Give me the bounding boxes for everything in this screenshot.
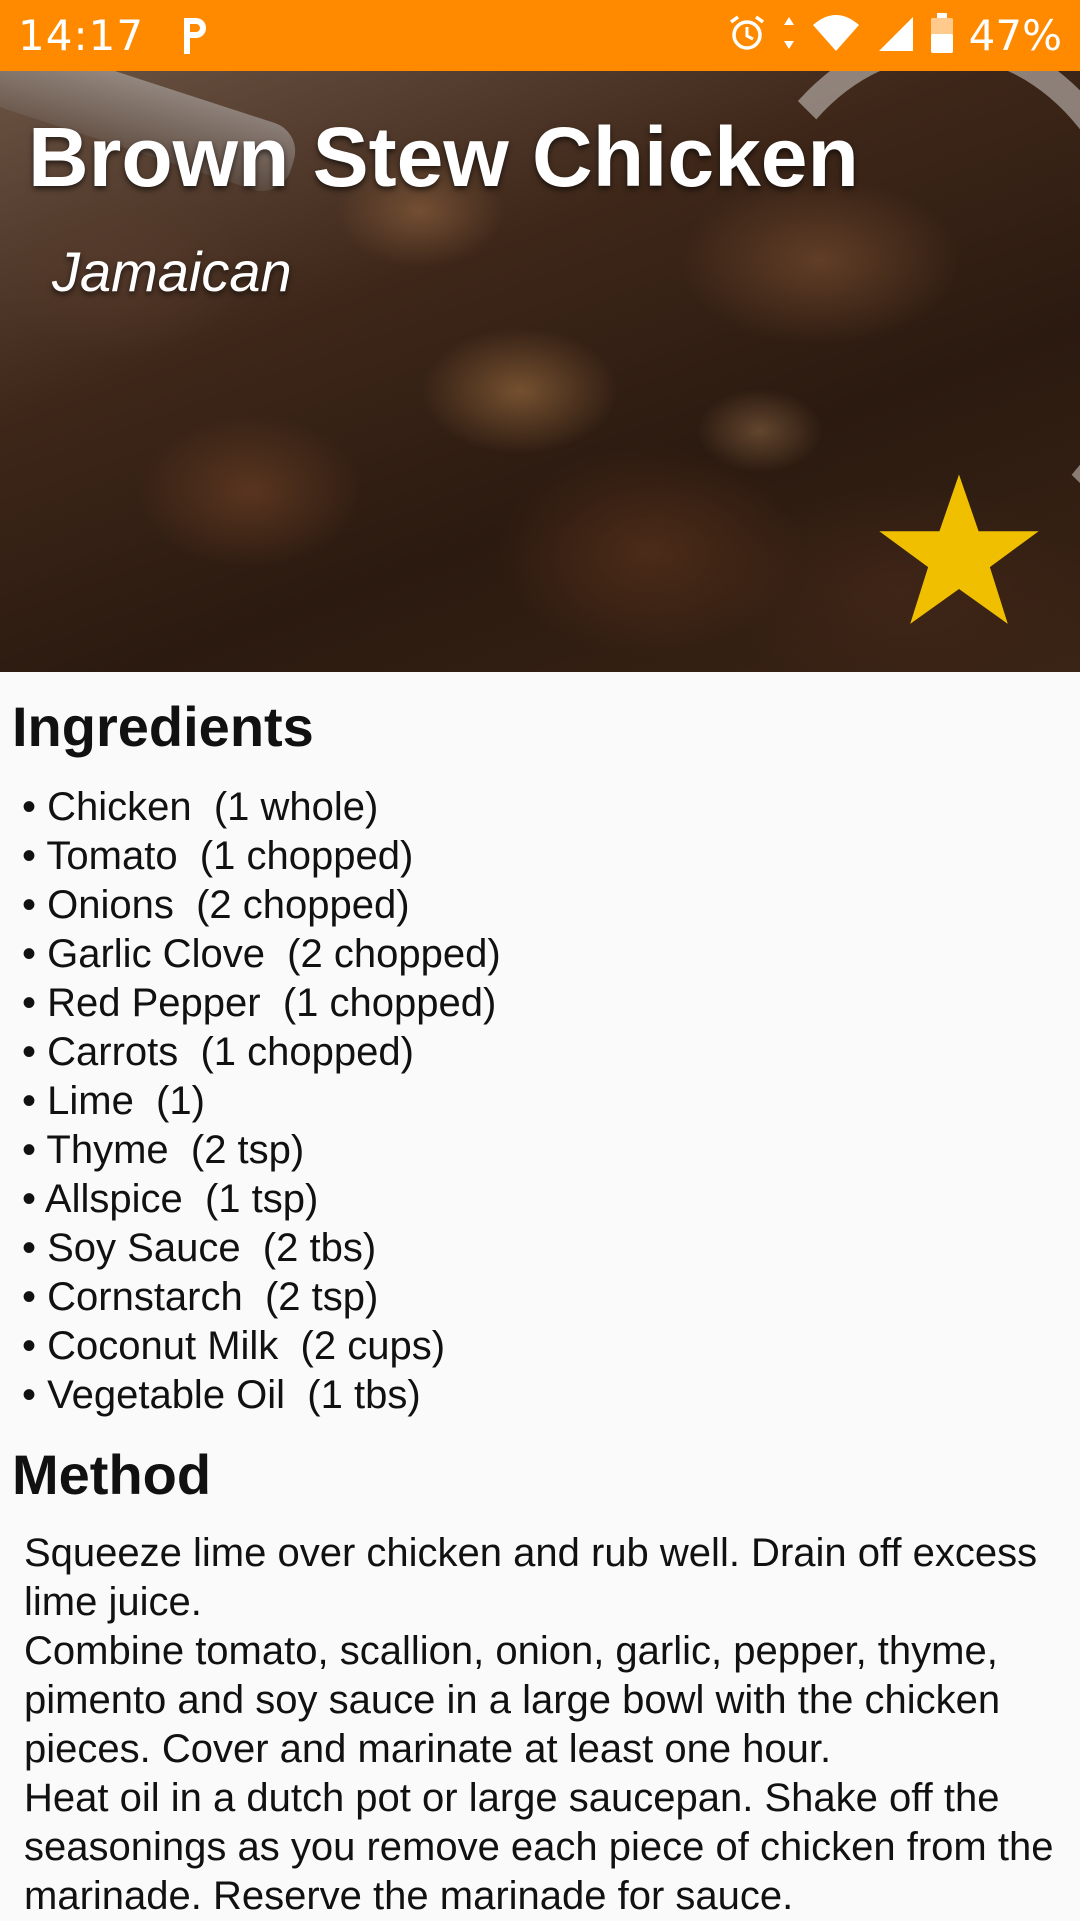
method-heading: Method	[12, 1443, 212, 1506]
alarm-icon	[727, 13, 767, 58]
ingredient-item: • Carrots (1 chopped)	[22, 1030, 414, 1074]
ingredient-item: • Coconut Milk (2 cups)	[22, 1324, 446, 1368]
status-time: 14:17	[18, 11, 145, 60]
ingredients-heading: Ingredients	[12, 695, 314, 758]
ingredient-item: • Tomato (1 chopped)	[22, 834, 414, 878]
cell-signal-icon	[875, 13, 915, 58]
ingredient-item: • Vegetable Oil (1 tbs)	[22, 1373, 421, 1417]
wifi-icon	[811, 13, 861, 58]
ingredient-item: • Chicken (1 whole)	[22, 785, 379, 829]
status-bar: 14:17 47%	[0, 0, 1080, 71]
recipe-area: Jamaican	[52, 240, 292, 303]
data-arrows-icon	[781, 13, 797, 58]
recipe-title: Brown Stew Chicken	[28, 110, 859, 204]
ingredient-item: • Soy Sauce (2 tbs)	[22, 1226, 377, 1270]
recipe-hero-image: Brown Stew Chicken Jamaican	[0, 71, 1080, 672]
ingredient-item: • Thyme (2 tsp)	[22, 1128, 305, 1172]
method-step: Combine tomato, scallion, onion, garlic,…	[24, 1629, 1001, 1771]
ingredient-item: • Allspice (1 tsp)	[22, 1177, 319, 1221]
ingredient-item: • Garlic Clove (2 chopped)	[22, 932, 501, 976]
method-step: Heat oil in a dutch pot or large saucepa…	[24, 1776, 1054, 1918]
ingredient-list: • Chicken (1 whole) • Tomato (1 chopped)…	[22, 783, 501, 1420]
battery-percent: 47%	[968, 11, 1062, 60]
parking-icon	[178, 14, 212, 58]
favorite-star-icon[interactable]	[876, 471, 1042, 629]
method-step: Squeeze lime over chicken and rub well. …	[24, 1531, 1038, 1624]
method-text: Squeeze lime over chicken and rub well. …	[24, 1529, 1064, 1921]
ingredient-item: • Lime (1)	[22, 1079, 205, 1123]
ingredient-item: • Cornstarch (2 tsp)	[22, 1275, 379, 1319]
ingredient-item: • Red Pepper (1 chopped)	[22, 981, 497, 1025]
status-icons: 47%	[727, 11, 1062, 60]
battery-icon	[929, 12, 955, 59]
ingredient-item: • Onions (2 chopped)	[22, 883, 410, 927]
